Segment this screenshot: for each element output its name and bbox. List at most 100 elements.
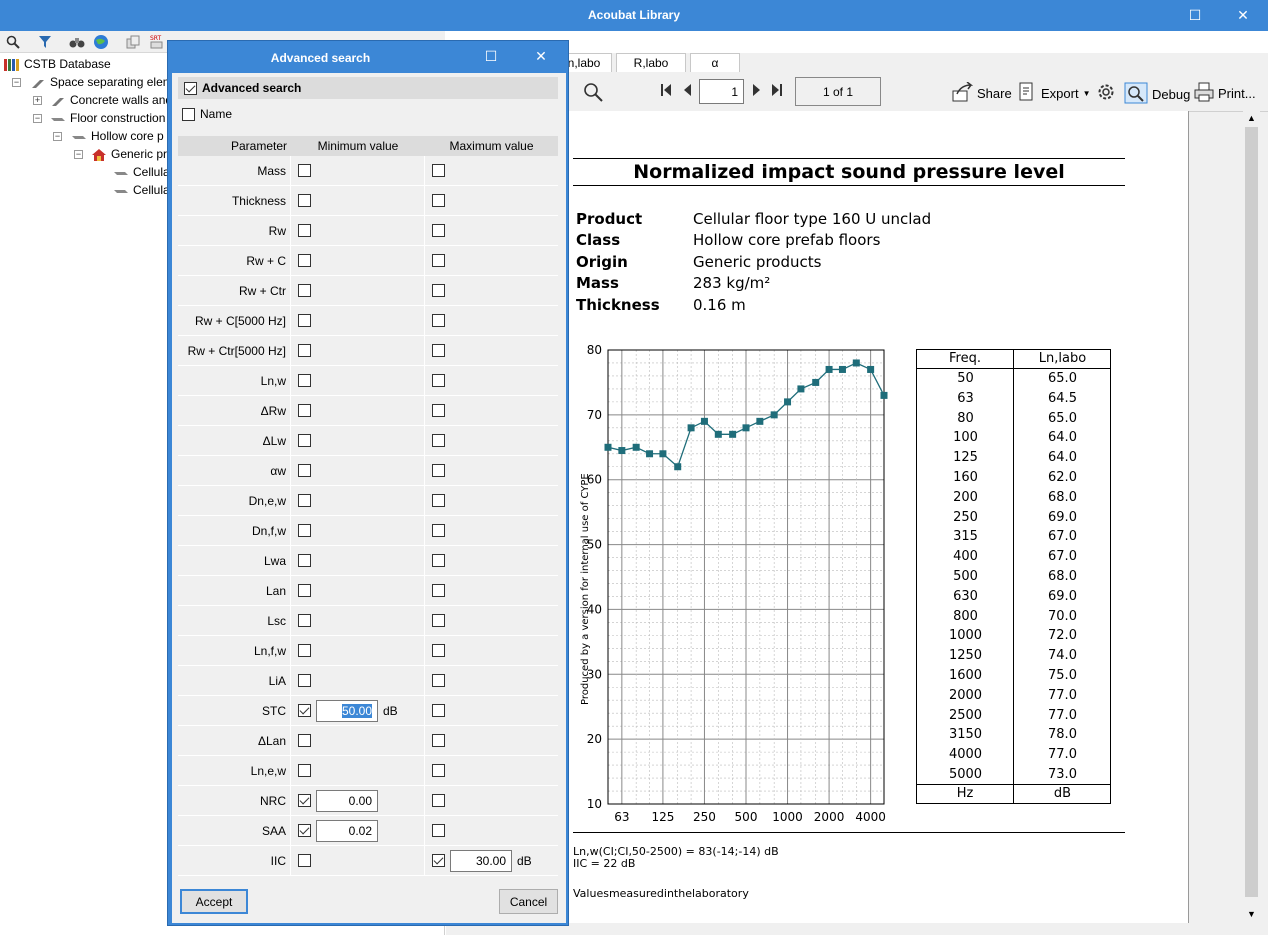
max-checkbox[interactable] [432, 404, 445, 417]
name-filter[interactable]: Name [182, 107, 232, 121]
tree-node[interactable]: Cellula [113, 181, 170, 199]
tree-node[interactable]: Hollow core p [71, 127, 164, 145]
page-number-input[interactable] [699, 79, 744, 104]
settings-icon[interactable] [1096, 82, 1116, 102]
zoom-icon[interactable] [582, 81, 604, 103]
last-page-icon[interactable] [772, 84, 782, 96]
advanced-search-checkbox[interactable] [184, 81, 197, 95]
collapse-icon[interactable]: − [74, 150, 83, 159]
min-value-input[interactable]: 50.00 [316, 699, 378, 722]
min-checkbox[interactable] [298, 404, 311, 417]
max-checkbox[interactable] [432, 674, 445, 687]
max-checkbox[interactable] [432, 554, 445, 567]
max-value-input[interactable]: 30.00 [450, 849, 512, 872]
max-checkbox[interactable] [432, 764, 445, 777]
max-checkbox[interactable] [432, 164, 445, 177]
tab-r-labo[interactable]: R,labo [616, 53, 686, 72]
collapse-icon[interactable]: − [53, 132, 62, 141]
collapse-icon[interactable]: − [33, 114, 42, 123]
collapse-icon[interactable]: − [12, 78, 21, 87]
max-checkbox[interactable] [432, 494, 445, 507]
prev-page-icon[interactable] [683, 84, 691, 96]
tree-node[interactable]: Cellula [113, 163, 170, 181]
max-checkbox[interactable] [432, 314, 445, 327]
min-checkbox[interactable] [298, 434, 311, 447]
debug-button[interactable]: Debug [1124, 82, 1190, 107]
max-checkbox[interactable] [432, 794, 445, 807]
min-checkbox[interactable] [298, 644, 311, 657]
expand-icon[interactable]: + [33, 96, 42, 105]
scroll-up-icon[interactable]: ▲ [1247, 113, 1256, 123]
max-checkbox[interactable] [432, 284, 445, 297]
tab-alpha[interactable]: α [690, 53, 740, 72]
max-checkbox[interactable] [432, 614, 445, 627]
max-checkbox[interactable] [432, 824, 445, 837]
max-checkbox[interactable] [432, 224, 445, 237]
min-checkbox[interactable] [298, 584, 311, 597]
max-checkbox[interactable] [432, 344, 445, 357]
maximize-icon[interactable]: ☐ [468, 41, 514, 72]
max-checkbox[interactable] [432, 434, 445, 447]
sort-icon[interactable]: SRT [148, 33, 166, 51]
tree-node[interactable]: Concrete walls and [50, 91, 172, 109]
min-checkbox[interactable] [298, 224, 311, 237]
min-checkbox[interactable] [298, 704, 311, 717]
min-checkbox[interactable] [298, 824, 311, 837]
min-checkbox[interactable] [298, 734, 311, 747]
tree-node-root[interactable]: CSTB Database [4, 55, 111, 73]
globe-icon[interactable] [92, 33, 110, 51]
min-checkbox[interactable] [298, 374, 311, 387]
min-checkbox[interactable] [298, 524, 311, 537]
min-checkbox[interactable] [298, 794, 311, 807]
max-checkbox[interactable] [432, 644, 445, 657]
min-checkbox[interactable] [298, 464, 311, 477]
export-button[interactable]: Export ▼ [1017, 82, 1091, 105]
print-button[interactable]: Print... [1194, 82, 1256, 105]
table-header: Freq. Ln,labo [916, 349, 1111, 369]
min-checkbox[interactable] [298, 764, 311, 777]
name-checkbox[interactable] [182, 107, 195, 121]
min-checkbox[interactable] [298, 254, 311, 267]
max-checkbox[interactable] [432, 734, 445, 747]
filter-icon[interactable] [36, 33, 54, 51]
max-checkbox[interactable] [432, 854, 445, 867]
search-icon[interactable] [4, 33, 22, 51]
vertical-scrollbar[interactable]: ▲ ▼ [1243, 111, 1260, 923]
advanced-search-toggle[interactable]: Advanced search [178, 77, 558, 99]
min-checkbox[interactable] [298, 284, 311, 297]
min-checkbox[interactable] [298, 854, 311, 867]
scroll-down-icon[interactable]: ▼ [1247, 909, 1256, 919]
min-checkbox[interactable] [298, 314, 311, 327]
tree-node[interactable]: Floor construction [50, 109, 165, 127]
min-checkbox[interactable] [298, 614, 311, 627]
accept-button[interactable]: Accept [180, 889, 248, 914]
cancel-button[interactable]: Cancel [499, 889, 558, 914]
min-value-input[interactable]: 0.02 [316, 819, 378, 842]
min-checkbox[interactable] [298, 494, 311, 507]
next-page-icon[interactable] [753, 84, 761, 96]
share-button[interactable]: Share [951, 81, 1012, 105]
min-checkbox[interactable] [298, 194, 311, 207]
max-checkbox[interactable] [432, 254, 445, 267]
min-checkbox[interactable] [298, 674, 311, 687]
scroll-thumb[interactable] [1245, 127, 1258, 897]
close-icon[interactable]: ✕ [1220, 0, 1266, 31]
max-checkbox[interactable] [432, 524, 445, 537]
close-icon[interactable]: ✕ [518, 41, 564, 72]
min-value-input[interactable]: 0.00 [316, 789, 378, 812]
max-checkbox[interactable] [432, 584, 445, 597]
min-checkbox[interactable] [298, 344, 311, 357]
maximize-icon[interactable]: ☐ [1172, 0, 1218, 31]
max-checkbox[interactable] [432, 464, 445, 477]
table-row: 2000 77.0 [917, 686, 1110, 706]
copy-icon[interactable] [124, 33, 142, 51]
tree-node[interactable]: Space separating elem [30, 73, 173, 91]
tree-node[interactable]: Generic pr [91, 145, 167, 163]
first-page-icon[interactable] [661, 84, 671, 96]
max-checkbox[interactable] [432, 704, 445, 717]
min-checkbox[interactable] [298, 164, 311, 177]
max-checkbox[interactable] [432, 374, 445, 387]
binoculars-icon[interactable] [68, 33, 86, 51]
max-checkbox[interactable] [432, 194, 445, 207]
min-checkbox[interactable] [298, 554, 311, 567]
